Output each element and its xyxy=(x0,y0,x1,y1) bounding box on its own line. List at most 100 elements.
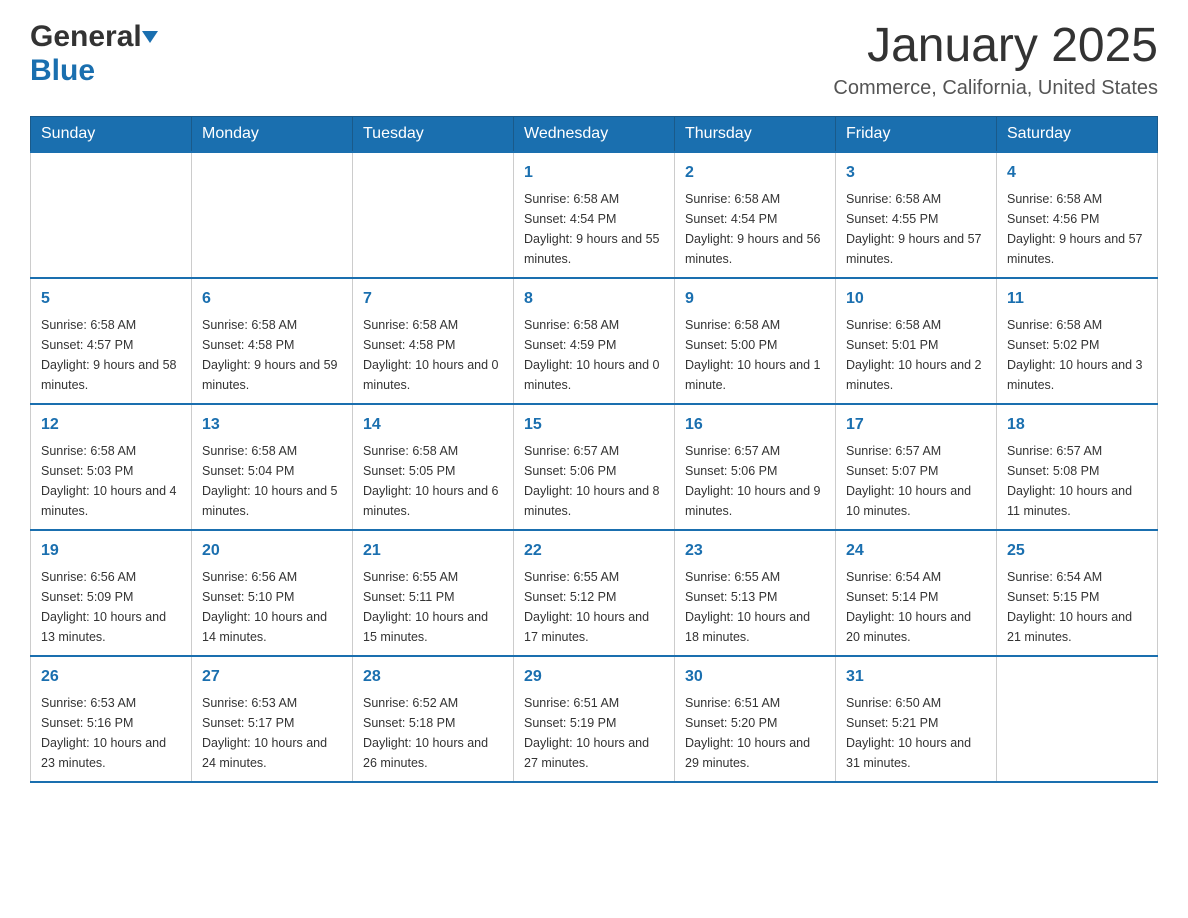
day-number: 19 xyxy=(41,539,181,563)
calendar-cell: 26 Sunrise: 6:53 AM Sunset: 5:16 PM Dayli… xyxy=(31,656,192,782)
day-info: Sunrise: 6:50 AM Sunset: 5:21 PM Dayligh… xyxy=(846,693,986,773)
day-info: Sunrise: 6:58 AM Sunset: 5:02 PM Dayligh… xyxy=(1007,315,1147,395)
day-info: Sunrise: 6:58 AM Sunset: 5:05 PM Dayligh… xyxy=(363,441,503,521)
calendar-cell: 29 Sunrise: 6:51 AM Sunset: 5:19 PM Dayli… xyxy=(514,656,675,782)
day-info: Sunrise: 6:57 AM Sunset: 5:06 PM Dayligh… xyxy=(524,441,664,521)
calendar-cell xyxy=(997,656,1158,782)
calendar-cell: 10 Sunrise: 6:58 AM Sunset: 5:01 PM Dayli… xyxy=(836,278,997,404)
location-subtitle: Commerce, California, United States xyxy=(833,77,1158,100)
day-number: 30 xyxy=(685,665,825,689)
calendar-header-tuesday: Tuesday xyxy=(353,116,514,152)
day-number: 22 xyxy=(524,539,664,563)
logo-general-text: General xyxy=(30,20,142,54)
calendar-cell: 9 Sunrise: 6:58 AM Sunset: 5:00 PM Daylig… xyxy=(675,278,836,404)
day-number: 13 xyxy=(202,413,342,437)
calendar-week-row: 1 Sunrise: 6:58 AM Sunset: 4:54 PM Daylig… xyxy=(31,152,1158,278)
title-section: January 2025 Commerce, California, Unite… xyxy=(833,20,1158,100)
calendar-cell xyxy=(31,152,192,278)
calendar-cell: 17Sunrise: 6:57 AM Sunset: 5:07 PM Dayli… xyxy=(836,404,997,530)
calendar-cell: 2Sunrise: 6:58 AM Sunset: 4:54 PM Daylig… xyxy=(675,152,836,278)
day-info: Sunrise: 6:57 AM Sunset: 5:07 PM Dayligh… xyxy=(846,441,986,521)
calendar-cell: 23 Sunrise: 6:55 AM Sunset: 5:13 PM Dayli… xyxy=(675,530,836,656)
day-number: 29 xyxy=(524,665,664,689)
calendar-header-friday: Friday xyxy=(836,116,997,152)
day-number: 2 xyxy=(685,161,825,185)
day-info: Sunrise: 6:55 AM Sunset: 5:12 PM Dayligh… xyxy=(524,567,664,647)
calendar-header-sunday: Sunday xyxy=(31,116,192,152)
day-info: Sunrise: 6:56 AM Sunset: 5:09 PM Dayligh… xyxy=(41,567,181,647)
day-number: 14 xyxy=(363,413,503,437)
calendar-week-row: 19 Sunrise: 6:56 AM Sunset: 5:09 PM Dayli… xyxy=(31,530,1158,656)
calendar-cell: 13 Sunrise: 6:58 AM Sunset: 5:04 PM Dayli… xyxy=(192,404,353,530)
day-number: 4 xyxy=(1007,161,1147,185)
calendar-cell: 21 Sunrise: 6:55 AM Sunset: 5:11 PM Dayli… xyxy=(353,530,514,656)
day-info: Sunrise: 6:58 AM Sunset: 4:59 PM Dayligh… xyxy=(524,315,664,395)
day-number: 12 xyxy=(41,413,181,437)
calendar-cell: 18 Sunrise: 6:57 AM Sunset: 5:08 PM Dayli… xyxy=(997,404,1158,530)
calendar-week-row: 26 Sunrise: 6:53 AM Sunset: 5:16 PM Dayli… xyxy=(31,656,1158,782)
day-info: Sunrise: 6:51 AM Sunset: 5:19 PM Dayligh… xyxy=(524,693,664,773)
day-number: 10 xyxy=(846,287,986,311)
calendar-cell: 30Sunrise: 6:51 AM Sunset: 5:20 PM Dayli… xyxy=(675,656,836,782)
calendar-cell: 1 Sunrise: 6:58 AM Sunset: 4:54 PM Daylig… xyxy=(514,152,675,278)
day-info: Sunrise: 6:58 AM Sunset: 4:58 PM Dayligh… xyxy=(363,315,503,395)
day-number: 18 xyxy=(1007,413,1147,437)
calendar-cell xyxy=(192,152,353,278)
logo-arrow-icon xyxy=(142,31,158,43)
calendar-cell: 14 Sunrise: 6:58 AM Sunset: 5:05 PM Dayli… xyxy=(353,404,514,530)
logo: General Blue xyxy=(30,20,156,88)
day-number: 6 xyxy=(202,287,342,311)
day-info: Sunrise: 6:53 AM Sunset: 5:17 PM Dayligh… xyxy=(202,693,342,773)
calendar-cell: 31 Sunrise: 6:50 AM Sunset: 5:21 PM Dayli… xyxy=(836,656,997,782)
day-number: 20 xyxy=(202,539,342,563)
day-info: Sunrise: 6:58 AM Sunset: 5:04 PM Dayligh… xyxy=(202,441,342,521)
calendar-cell: 7Sunrise: 6:58 AM Sunset: 4:58 PM Daylig… xyxy=(353,278,514,404)
day-number: 31 xyxy=(846,665,986,689)
day-info: Sunrise: 6:58 AM Sunset: 4:58 PM Dayligh… xyxy=(202,315,342,395)
day-number: 24 xyxy=(846,539,986,563)
day-info: Sunrise: 6:58 AM Sunset: 4:54 PM Dayligh… xyxy=(524,189,664,269)
day-info: Sunrise: 6:55 AM Sunset: 5:11 PM Dayligh… xyxy=(363,567,503,647)
calendar-cell: 24 Sunrise: 6:54 AM Sunset: 5:14 PM Dayli… xyxy=(836,530,997,656)
calendar-header-thursday: Thursday xyxy=(675,116,836,152)
day-info: Sunrise: 6:58 AM Sunset: 4:57 PM Dayligh… xyxy=(41,315,181,395)
calendar-cell: 19 Sunrise: 6:56 AM Sunset: 5:09 PM Dayli… xyxy=(31,530,192,656)
day-number: 21 xyxy=(363,539,503,563)
day-info: Sunrise: 6:58 AM Sunset: 5:03 PM Dayligh… xyxy=(41,441,181,521)
calendar-week-row: 12 Sunrise: 6:58 AM Sunset: 5:03 PM Dayli… xyxy=(31,404,1158,530)
day-number: 8 xyxy=(524,287,664,311)
day-number: 1 xyxy=(524,161,664,185)
day-number: 28 xyxy=(363,665,503,689)
day-info: Sunrise: 6:57 AM Sunset: 5:06 PM Dayligh… xyxy=(685,441,825,521)
calendar-cell: 3Sunrise: 6:58 AM Sunset: 4:55 PM Daylig… xyxy=(836,152,997,278)
day-number: 3 xyxy=(846,161,986,185)
day-number: 9 xyxy=(685,287,825,311)
calendar-cell: 28 Sunrise: 6:52 AM Sunset: 5:18 PM Dayli… xyxy=(353,656,514,782)
day-info: Sunrise: 6:56 AM Sunset: 5:10 PM Dayligh… xyxy=(202,567,342,647)
day-info: Sunrise: 6:52 AM Sunset: 5:18 PM Dayligh… xyxy=(363,693,503,773)
calendar-cell: 27 Sunrise: 6:53 AM Sunset: 5:17 PM Dayli… xyxy=(192,656,353,782)
calendar-cell: 22 Sunrise: 6:55 AM Sunset: 5:12 PM Dayli… xyxy=(514,530,675,656)
day-number: 27 xyxy=(202,665,342,689)
calendar-cell: 20 Sunrise: 6:56 AM Sunset: 5:10 PM Dayli… xyxy=(192,530,353,656)
calendar-header-wednesday: Wednesday xyxy=(514,116,675,152)
calendar-cell: 4 Sunrise: 6:58 AM Sunset: 4:56 PM Daylig… xyxy=(997,152,1158,278)
day-info: Sunrise: 6:58 AM Sunset: 4:56 PM Dayligh… xyxy=(1007,189,1147,269)
day-info: Sunrise: 6:54 AM Sunset: 5:14 PM Dayligh… xyxy=(846,567,986,647)
calendar-cell: 25Sunrise: 6:54 AM Sunset: 5:15 PM Dayli… xyxy=(997,530,1158,656)
day-info: Sunrise: 6:53 AM Sunset: 5:16 PM Dayligh… xyxy=(41,693,181,773)
month-title: January 2025 xyxy=(833,20,1158,73)
day-number: 16 xyxy=(685,413,825,437)
day-info: Sunrise: 6:55 AM Sunset: 5:13 PM Dayligh… xyxy=(685,567,825,647)
calendar-week-row: 5Sunrise: 6:58 AM Sunset: 4:57 PM Daylig… xyxy=(31,278,1158,404)
day-info: Sunrise: 6:58 AM Sunset: 5:01 PM Dayligh… xyxy=(846,315,986,395)
day-info: Sunrise: 6:54 AM Sunset: 5:15 PM Dayligh… xyxy=(1007,567,1147,647)
page-header: General Blue January 2025 Commerce, Cali… xyxy=(30,20,1158,100)
calendar-cell: 16 Sunrise: 6:57 AM Sunset: 5:06 PM Dayli… xyxy=(675,404,836,530)
day-info: Sunrise: 6:57 AM Sunset: 5:08 PM Dayligh… xyxy=(1007,441,1147,521)
calendar-header-monday: Monday xyxy=(192,116,353,152)
calendar-cell: 12 Sunrise: 6:58 AM Sunset: 5:03 PM Dayli… xyxy=(31,404,192,530)
day-number: 23 xyxy=(685,539,825,563)
day-info: Sunrise: 6:58 AM Sunset: 5:00 PM Dayligh… xyxy=(685,315,825,395)
day-number: 26 xyxy=(41,665,181,689)
